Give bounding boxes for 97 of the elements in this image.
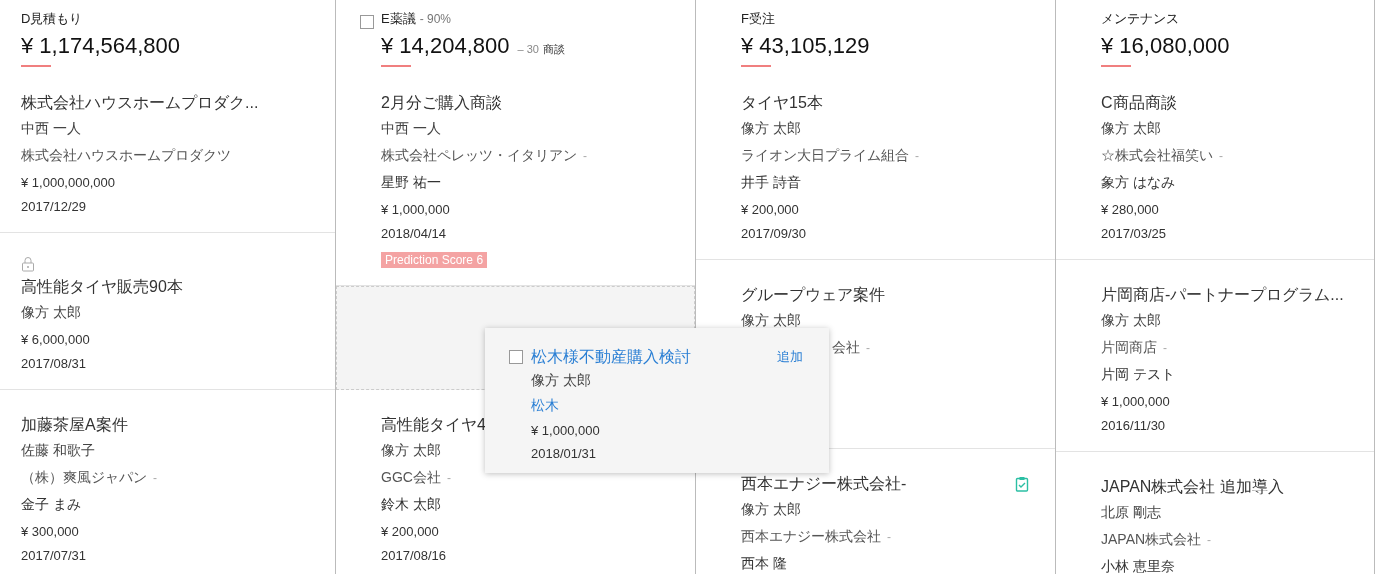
- company-name: ライオン大日プライム組合: [741, 146, 909, 165]
- deal-amount: ¥ 200,000: [741, 200, 799, 219]
- separator-dash: -: [915, 147, 919, 165]
- separator-dash: -: [153, 469, 157, 487]
- deal-title[interactable]: 高性能タイヤ販売90本: [21, 275, 183, 299]
- close-date: 2017/12/29: [21, 198, 87, 217]
- stage-name: F受注: [741, 10, 775, 29]
- stage-name: メンテナンス: [1101, 10, 1179, 29]
- accent-underline: [381, 65, 411, 67]
- owner-name: 像方 太郎: [741, 311, 801, 330]
- accent-underline: [741, 65, 771, 67]
- deal-amount: ¥ 1,000,000: [531, 421, 600, 440]
- company-name: 片岡商店: [1101, 338, 1157, 357]
- owner-name: 北原 剛志: [1101, 503, 1161, 522]
- company-name: JAPAN株式会社: [1101, 530, 1202, 549]
- deal-card[interactable]: C商品商談 像方 太郎 ☆株式会社福笑い - 象方 はなみ ¥ 280,000 2017/03/25: [1056, 68, 1374, 260]
- owner-name: 像方 太郎: [381, 441, 441, 460]
- close-date: 2018/04/14: [381, 225, 447, 244]
- deal-title[interactable]: C商品商談: [1101, 91, 1177, 115]
- checkbox[interactable]: [509, 350, 523, 364]
- company-name: 会社: [832, 338, 860, 357]
- owner-name: 像方 太郎: [1101, 119, 1161, 138]
- contact-name: 小林 恵里奈: [1101, 557, 1175, 574]
- contact-name: 片岡 テスト: [1101, 365, 1175, 384]
- deal-title[interactable]: 高性能タイヤ4: [381, 413, 486, 437]
- owner-name: 像方 太郎: [741, 500, 801, 519]
- close-date: 2016/11/30: [1101, 417, 1166, 436]
- owner-name: 像方 太郎: [741, 119, 801, 138]
- close-date: 2017/09/30: [741, 225, 807, 244]
- deal-title[interactable]: 加藤茶屋A案件: [21, 413, 128, 437]
- deal-count-label: 商談: [542, 42, 565, 57]
- deal-title[interactable]: タイヤ15本: [741, 91, 823, 115]
- deal-amount: ¥ 6,000,000: [21, 330, 90, 349]
- deal-card[interactable]: 加藤茶屋A案件 佐藤 和歌子 （株）爽風ジャパン - 金子 まみ ¥ 300,000 2017/07/31: [0, 390, 335, 574]
- contact-name: 鈴木 太郎: [381, 495, 441, 514]
- contact-name: 西本 隆: [741, 554, 787, 573]
- deal-title-link[interactable]: 松木様不動産購入検討: [531, 345, 691, 369]
- owner-name: 佐藤 和歌子: [21, 441, 95, 460]
- deal-title[interactable]: 2月分ご購入商談: [381, 91, 502, 115]
- contact-name: 井手 詩音: [741, 173, 801, 192]
- owner-name: 中西 一人: [21, 119, 81, 138]
- stage-total: ¥ 16,080,000: [1101, 32, 1230, 60]
- deal-title[interactable]: 株式会社ハウスホームプロダク...: [21, 91, 259, 115]
- company-name: GGC会社: [381, 468, 441, 487]
- accent-underline: [21, 65, 51, 67]
- stage-name: D見積もり: [21, 10, 83, 29]
- company-name: ☆株式会社福笑い: [1101, 146, 1213, 165]
- company-name: 株式会社ペレッツ・イタリアン: [381, 146, 577, 165]
- add-button[interactable]: 追加: [777, 347, 803, 367]
- deal-title[interactable]: 片岡商店-パートナープログラム...: [1101, 283, 1344, 307]
- close-date: 2017/08/16: [381, 547, 447, 566]
- separator-dash: -: [583, 147, 587, 165]
- deal-card[interactable]: タイヤ15本 像方 太郎 ライオン大日プライム組合 - 井手 詩音 ¥ 200,000 2017/09/30: [696, 68, 1055, 260]
- stage-total: ¥ 43,105,129: [741, 32, 870, 60]
- deal-card[interactable]: JAPAN株式会社 追加導入 北原 剛志 JAPAN株式会社 - 小林 恵里奈: [1056, 452, 1374, 574]
- close-date: 2017/07/31: [21, 547, 87, 566]
- contact-link[interactable]: 松木: [531, 395, 559, 416]
- deal-card[interactable]: 株式会社ハウスホームプロダク... 中西 一人 株式会社ハウスホームプロダクツ ¥ 1,000,000,000 2017/12/29: [0, 68, 335, 233]
- stage-probability: - 90%: [419, 11, 452, 28]
- owner-name: 像方 太郎: [21, 303, 81, 322]
- separator-dash: -: [887, 528, 891, 546]
- deal-amount: ¥ 1,000,000: [381, 200, 450, 219]
- contact-name: 金子 まみ: [21, 495, 81, 514]
- deal-amount: ¥ 1,000,000,000: [21, 173, 115, 192]
- accent-underline: [1101, 65, 1131, 67]
- stage-total: ¥ 14,204,800: [381, 32, 510, 60]
- separator-dash: -: [866, 339, 870, 357]
- separator-dash: -: [446, 469, 451, 487]
- contact-name: 象方 はなみ: [1101, 173, 1175, 192]
- prediction-badge: Prediction Score 6: [381, 252, 488, 268]
- company-name: 株式会社ハウスホームプロダクツ: [21, 146, 231, 165]
- deal-amount: ¥ 200,000: [381, 522, 439, 541]
- deal-card[interactable]: 片岡商店-パートナープログラム... 像方 太郎 片岡商店 - 片岡 テスト ¥ 1,000,000 2016/11/30: [1056, 260, 1374, 452]
- checkbox[interactable]: [360, 15, 374, 29]
- close-date: 2017/08/31: [21, 355, 87, 374]
- close-date: 2018/01/31: [531, 445, 597, 464]
- contact-name: 星野 祐一: [381, 173, 441, 192]
- separator-dash: -: [1219, 147, 1223, 165]
- stage-total: ¥ 1,174,564,800: [21, 32, 181, 60]
- stage-name: E薬議: [381, 10, 416, 29]
- deal-title[interactable]: グループウェア案件: [741, 283, 885, 307]
- owner-name: 中西 一人: [381, 119, 441, 138]
- deal-title[interactable]: 西本エナジー株式会社-: [741, 472, 907, 496]
- separator-dash: -: [1207, 531, 1212, 549]
- separator-dash: -: [1163, 339, 1167, 357]
- deal-title[interactable]: JAPAN株式会社 追加導入: [1101, 475, 1284, 499]
- deal-card[interactable]: 高性能タイヤ販売90本 像方 太郎 ¥ 6,000,000 2017/08/31: [0, 233, 335, 390]
- clipboard-check-icon[interactable]: [1015, 476, 1029, 492]
- close-date: 2017/03/25: [1101, 225, 1167, 244]
- deal-amount: ¥ 280,000: [1101, 200, 1159, 219]
- company-name: 西本エナジー株式会社: [741, 527, 881, 546]
- deal-amount: ¥ 300,000: [21, 522, 79, 541]
- company-name: （株）爽風ジャパン: [21, 468, 147, 487]
- owner-name: 像方 太郎: [531, 371, 591, 390]
- deal-count: – 30: [517, 42, 539, 57]
- deal-amount: ¥ 1,000,000: [1101, 392, 1170, 411]
- owner-name: 像方 太郎: [1101, 311, 1161, 330]
